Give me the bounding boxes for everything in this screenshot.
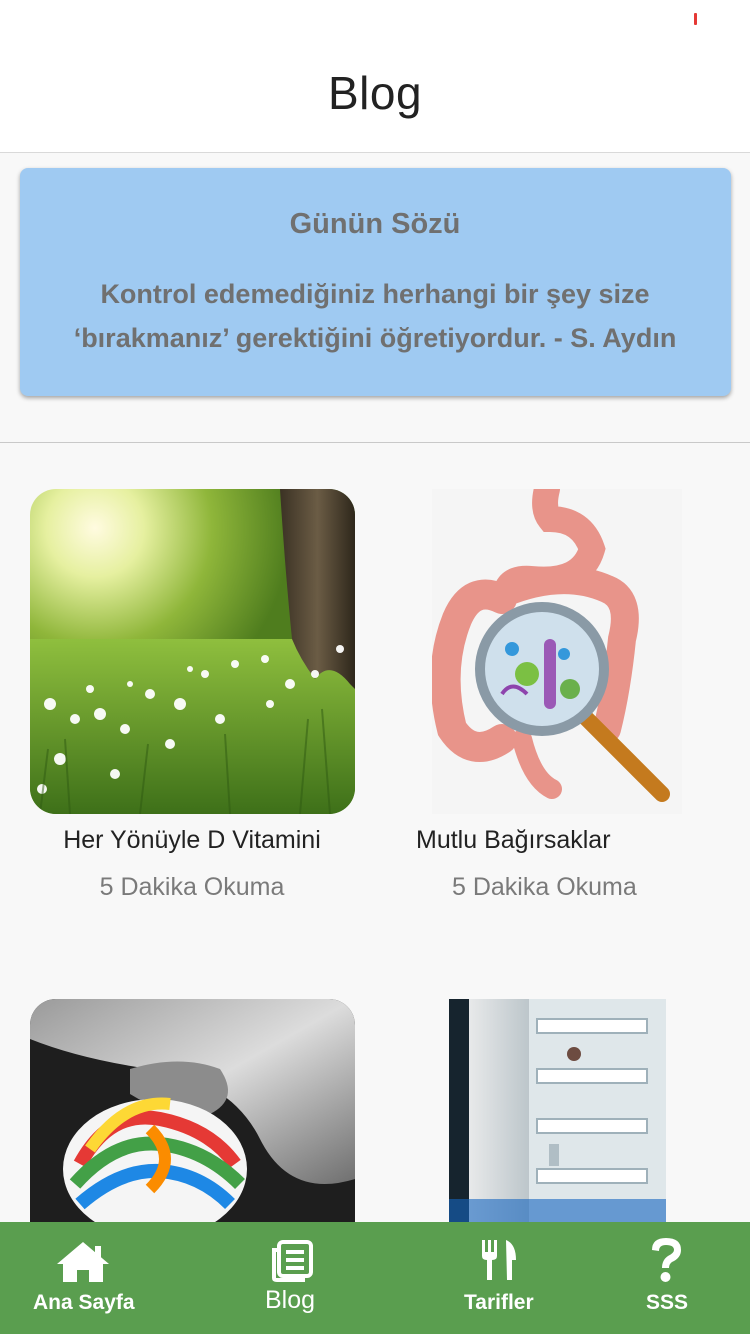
quote-line-1: Kontrol edemediğiniz herhangi bir şey si…: [100, 279, 650, 309]
home-icon: [57, 1242, 109, 1282]
post-title[interactable]: Her Yönüyle D Vitamini: [0, 826, 384, 855]
fork-knife-icon: [482, 1240, 516, 1280]
post-thumbnail-fridge[interactable]: [449, 999, 666, 1222]
status-bar: [0, 0, 750, 40]
post-read-time: 5 Dakika Okuma: [452, 873, 637, 901]
nav-item-home[interactable]: Ana Sayfa: [20, 1222, 146, 1334]
divider: [0, 442, 750, 443]
page-title: Blog: [327, 67, 423, 119]
post-title[interactable]: Mutlu Bağırsaklar: [416, 826, 611, 855]
quote-text: Kontrol edemediğiniz herhangi bir şey si…: [0, 272, 750, 360]
nav-label-home: Ana Sayfa: [33, 1291, 135, 1314]
meadow-image: [30, 489, 355, 814]
nav-item-faq[interactable]: SSS: [620, 1222, 712, 1334]
post-read-time: 5 Dakika Okuma: [99, 873, 285, 901]
fridge-image: [449, 999, 666, 1222]
nav-label-blog: Blog: [265, 1286, 316, 1314]
nav-label-recipes: Tarifler: [464, 1291, 534, 1314]
status-indicator: [694, 13, 697, 25]
newspaper-icon: [272, 1240, 313, 1282]
nav-label-faq: SSS: [646, 1291, 689, 1314]
post-thumbnail-intestine[interactable]: [432, 489, 682, 814]
post-thumbnail-sunlit-meadow[interactable]: [30, 489, 355, 814]
intestine-magnifier-image: [432, 489, 670, 802]
post-thumbnail-lollipop[interactable]: [30, 999, 355, 1222]
lollipop-image: [30, 999, 355, 1222]
question-icon: [652, 1238, 681, 1282]
bottom-navigation: Ana Sayfa Blog Tarifler SSS: [0, 1222, 750, 1334]
quote-line-2: ‘bırakmanız’ gerektiğini öğretiyordur. -…: [73, 323, 677, 353]
quote-title: Günün Sözü: [289, 208, 461, 240]
nav-item-blog[interactable]: Blog: [240, 1222, 344, 1334]
app-header: Blog: [0, 40, 750, 153]
nav-item-recipes[interactable]: Tarifler: [448, 1222, 552, 1334]
